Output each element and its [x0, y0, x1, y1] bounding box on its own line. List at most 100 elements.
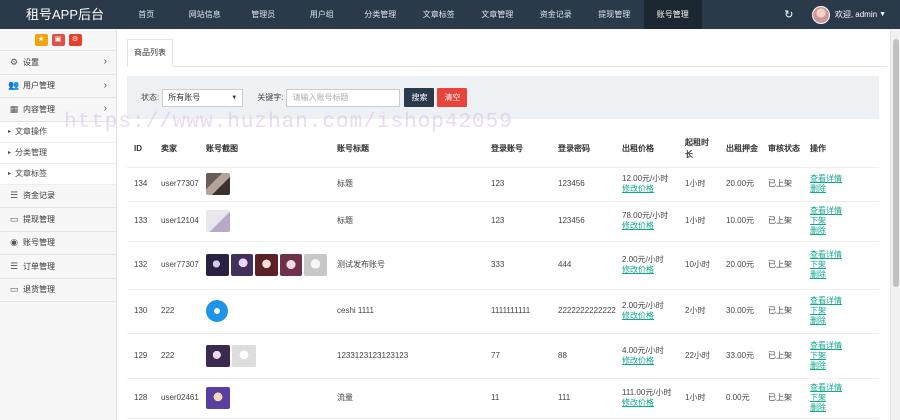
screenshot-thumbnail[interactable]: [206, 387, 230, 409]
sidebar-item-accounts[interactable]: ◉ 账号管理: [0, 232, 116, 255]
cell-screenshot: [199, 333, 330, 379]
cell-duration: 10小时: [678, 241, 719, 290]
nav-categories[interactable]: 分类管理: [351, 0, 410, 29]
sidebar-subitem-articles[interactable]: ▸ 文章操作: [0, 121, 116, 143]
screenshot-thumbnail[interactable]: [206, 300, 228, 322]
unlist-link[interactable]: 下架: [810, 306, 876, 316]
delete-link[interactable]: 删除: [810, 270, 876, 280]
edit-price-link[interactable]: 修改价格: [622, 184, 654, 193]
search-button[interactable]: 搜索: [404, 88, 435, 107]
vertical-scrollbar[interactable]: [890, 29, 900, 420]
cell-screenshot: [199, 241, 330, 290]
user-area: ↻ 欢迎, admin ▼: [782, 0, 886, 29]
cell-seller: 222: [154, 289, 199, 334]
sidebar-item-label: 用户管理: [23, 81, 55, 91]
settings-icon[interactable]: ⚙: [68, 33, 82, 46]
edit-price-link[interactable]: 修改价格: [622, 265, 654, 274]
cell-password: 444: [551, 241, 615, 290]
nav-article-tags[interactable]: 文章标签: [410, 0, 469, 29]
cell-duration: 2小时: [678, 289, 719, 334]
cell-seller: user77307: [154, 167, 199, 202]
edit-price-link[interactable]: 修改价格: [622, 221, 654, 230]
chevron-down-icon[interactable]: ▼: [879, 11, 886, 18]
sidebar-item-withdraw[interactable]: ▭ 提现管理: [0, 208, 116, 232]
screenshot-thumbnail[interactable]: [304, 254, 327, 276]
screenshot-thumbnail[interactable]: [230, 254, 254, 276]
edit-price-link[interactable]: 修改价格: [622, 356, 654, 365]
view-details-link[interactable]: 查看详情: [810, 341, 876, 351]
screenshot-thumbnail[interactable]: [206, 254, 229, 276]
star-icon[interactable]: ★: [34, 33, 48, 46]
delete-link[interactable]: 删除: [810, 226, 876, 236]
nav-admins[interactable]: 管理员: [234, 0, 293, 29]
price-text: 2.00元/小时: [622, 255, 664, 264]
screenshot-thumbnail[interactable]: [232, 344, 256, 367]
cell-price: 111.00元/小时 修改价格: [615, 378, 678, 419]
sidebar-item-settings[interactable]: ⚙ 设置 ›: [0, 51, 116, 75]
edit-price-link[interactable]: 修改价格: [622, 311, 654, 320]
screenshot-thumbnail[interactable]: [279, 254, 303, 276]
chevron-right-icon: ›: [103, 79, 107, 91]
screenshot-thumbnail[interactable]: [206, 173, 230, 195]
dropdown-icon: ▼: [231, 94, 238, 101]
sidebar-item-users[interactable]: 👥 用户管理 ›: [0, 75, 116, 98]
screenshot-thumbnail[interactable]: [255, 254, 278, 276]
screenshot-thumbnail[interactable]: [206, 344, 230, 367]
nav-funds[interactable]: 资金记录: [527, 0, 586, 29]
sidebar-item-label: 账号管理: [23, 238, 55, 248]
view-details-link[interactable]: 查看详情: [810, 206, 876, 216]
table-row: 130 222 ceshi 1111 1111111111 2222222222…: [127, 289, 879, 334]
sidebar-item-returns[interactable]: ▭ 退货管理: [0, 279, 116, 302]
view-details-link[interactable]: 查看详情: [810, 383, 876, 393]
sidebar-item-content[interactable]: ▦ 内容管理 ›: [0, 98, 116, 122]
sidebar-item-orders[interactable]: ☰ 订单管理: [0, 255, 116, 279]
sidebar-subitem-categories[interactable]: ▸ 分类管理: [0, 142, 116, 164]
unlist-link[interactable]: 下架: [810, 351, 876, 361]
scrollbar-thumb[interactable]: [893, 39, 899, 287]
nav-site-info[interactable]: 网站信息: [176, 0, 235, 29]
nav-accounts[interactable]: 账号管理: [643, 0, 702, 29]
status-select[interactable]: 所有账号 ▼: [162, 88, 244, 107]
nav-home[interactable]: 首页: [117, 0, 176, 29]
nav-withdraw[interactable]: 提现管理: [585, 0, 644, 29]
table-row: 134 user77307 标题 123 123456 12.00元/小时 修改价…: [127, 167, 879, 202]
avatar[interactable]: [811, 5, 830, 24]
cell-id: 129: [127, 333, 154, 379]
tab-product-list[interactable]: 商品列表: [127, 39, 173, 67]
gear-icon: ⚙: [9, 56, 19, 67]
refresh-icon[interactable]: ↻: [782, 8, 796, 22]
table-row: 129 222 1233123123123123 77 88 4.00元/小时修…: [127, 333, 879, 379]
cell-status: 已上架: [761, 167, 803, 202]
nav-user-groups[interactable]: 用户组: [293, 0, 352, 29]
view-details-link[interactable]: 查看详情: [810, 296, 876, 306]
cell-deposit: 0.00元: [719, 378, 761, 419]
user-welcome[interactable]: 欢迎, admin: [835, 9, 877, 20]
table-row: 128 user02461 流量 11 111 111.00元/小时 修改价格 1…: [127, 378, 879, 419]
delete-link[interactable]: 删除: [810, 184, 876, 194]
chevron-down-icon: ›: [103, 103, 107, 114]
keyword-input[interactable]: 请输入账号标题: [286, 88, 401, 107]
edit-price-link[interactable]: 修改价格: [622, 398, 654, 407]
cell-title: ceshi 1111: [330, 289, 484, 334]
sidebar: ★ ▣ ⚙ ⚙ 设置 › 👥 用户管理 › ▦ 内容管理 › ▸ 文章操作 ▸ 分类管理 ▸ 文章…: [0, 29, 117, 420]
cell-actions: 查看详情 下架 删除: [803, 333, 879, 379]
cell-status: 已上架: [761, 201, 803, 242]
trash-icon[interactable]: ▣: [51, 33, 65, 46]
status-select-value: 所有账号: [168, 93, 201, 102]
unlist-link[interactable]: 下架: [810, 260, 876, 270]
unlist-link[interactable]: 下架: [810, 216, 876, 226]
unlist-link[interactable]: 下架: [810, 393, 876, 403]
th-screenshot: 账号截图: [199, 131, 330, 168]
nav-articles[interactable]: 文章管理: [468, 0, 527, 29]
view-details-link[interactable]: 查看详情: [810, 250, 876, 260]
price-text: 78.00元/小时: [622, 211, 669, 220]
delete-link[interactable]: 删除: [810, 403, 876, 413]
view-details-link[interactable]: 查看详情: [810, 174, 876, 184]
delete-link[interactable]: 删除: [810, 316, 876, 326]
sidebar-item-funds[interactable]: ☰ 资金记录: [0, 185, 116, 208]
screenshot-thumbnail[interactable]: [206, 210, 230, 232]
cell-login: 1111111111: [484, 289, 551, 334]
delete-link[interactable]: 删除: [810, 361, 876, 371]
sidebar-subitem-tags[interactable]: ▸ 文章标签: [0, 163, 116, 185]
clear-button[interactable]: 清空: [437, 88, 468, 107]
